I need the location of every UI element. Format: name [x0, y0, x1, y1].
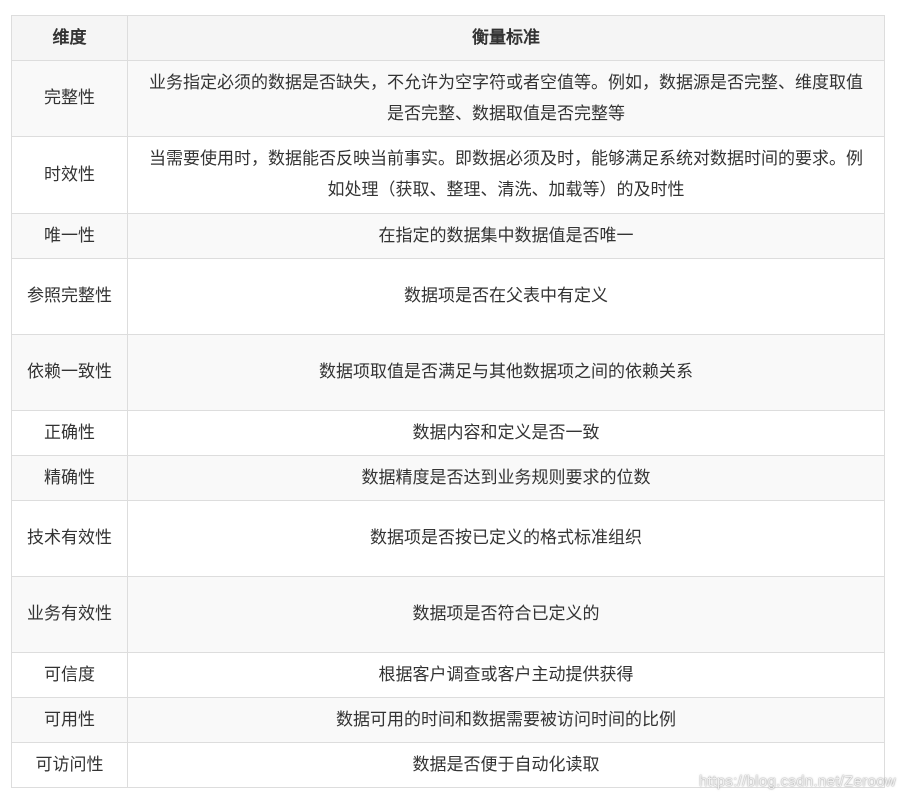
criterion-cell: 当需要使用时，数据能否反映当前事实。即数据必须及时，能够满足系统对数据时间的要求… — [127, 136, 885, 214]
data-quality-table: 维度 衡量标准 完整性 业务指定必须的数据是否缺失，不允许为空字符或者空值等。例… — [11, 15, 885, 788]
dimension-cell: 参照完整性 — [11, 258, 128, 335]
table-row: 依赖一致性 数据项取值是否满足与其他数据项之间的依赖关系 — [11, 334, 885, 411]
table-row: 可用性 数据可用的时间和数据需要被访问时间的比例 — [11, 697, 885, 743]
criterion-cell: 数据项是否在父表中有定义 — [127, 258, 885, 335]
header-dimension: 维度 — [11, 15, 128, 61]
criterion-cell: 根据客户调查或客户主动提供获得 — [127, 652, 885, 698]
dimension-cell: 时效性 — [11, 136, 128, 214]
table-row: 可信度 根据客户调查或客户主动提供获得 — [11, 652, 885, 698]
criterion-cell: 业务指定必须的数据是否缺失，不允许为空字符或者空值等。例如，数据源是否完整、维度… — [127, 60, 885, 137]
dimension-cell: 依赖一致性 — [11, 334, 128, 411]
table-row: 精确性 数据精度是否达到业务规则要求的位数 — [11, 455, 885, 501]
dimension-cell: 正确性 — [11, 410, 128, 456]
dimension-cell: 可信度 — [11, 652, 128, 698]
watermark-text: https://blog.csdn.net/Zeroow — [699, 773, 896, 790]
header-row: 维度 衡量标准 — [11, 15, 885, 61]
criterion-cell: 数据内容和定义是否一致 — [127, 410, 885, 456]
dimension-cell: 精确性 — [11, 455, 128, 501]
table-row: 唯一性 在指定的数据集中数据值是否唯一 — [11, 213, 885, 259]
criterion-cell: 数据可用的时间和数据需要被访问时间的比例 — [127, 697, 885, 743]
table-body: 完整性 业务指定必须的数据是否缺失，不允许为空字符或者空值等。例如，数据源是否完… — [11, 60, 885, 788]
table-row: 完整性 业务指定必须的数据是否缺失，不允许为空字符或者空值等。例如，数据源是否完… — [11, 60, 885, 137]
table-row: 正确性 数据内容和定义是否一致 — [11, 410, 885, 456]
table-row: 技术有效性 数据项是否按已定义的格式标准组织 — [11, 500, 885, 577]
dimension-cell: 技术有效性 — [11, 500, 128, 577]
dimension-cell: 业务有效性 — [11, 576, 128, 653]
table-header: 维度 衡量标准 — [11, 15, 885, 61]
criterion-cell: 数据项是否符合已定义的 — [127, 576, 885, 653]
criterion-cell: 数据项是否按已定义的格式标准组织 — [127, 500, 885, 577]
dimension-cell: 唯一性 — [11, 213, 128, 259]
criterion-cell: 数据精度是否达到业务规则要求的位数 — [127, 455, 885, 501]
dimension-cell: 可访问性 — [11, 742, 128, 788]
table-row: 时效性 当需要使用时，数据能否反映当前事实。即数据必须及时，能够满足系统对数据时… — [11, 136, 885, 214]
criterion-cell: 在指定的数据集中数据值是否唯一 — [127, 213, 885, 259]
dimension-cell: 可用性 — [11, 697, 128, 743]
header-criterion: 衡量标准 — [127, 15, 885, 61]
table-row: 参照完整性 数据项是否在父表中有定义 — [11, 258, 885, 335]
criterion-cell: 数据项取值是否满足与其他数据项之间的依赖关系 — [127, 334, 885, 411]
dimension-cell: 完整性 — [11, 60, 128, 137]
table-row: 业务有效性 数据项是否符合已定义的 — [11, 576, 885, 653]
